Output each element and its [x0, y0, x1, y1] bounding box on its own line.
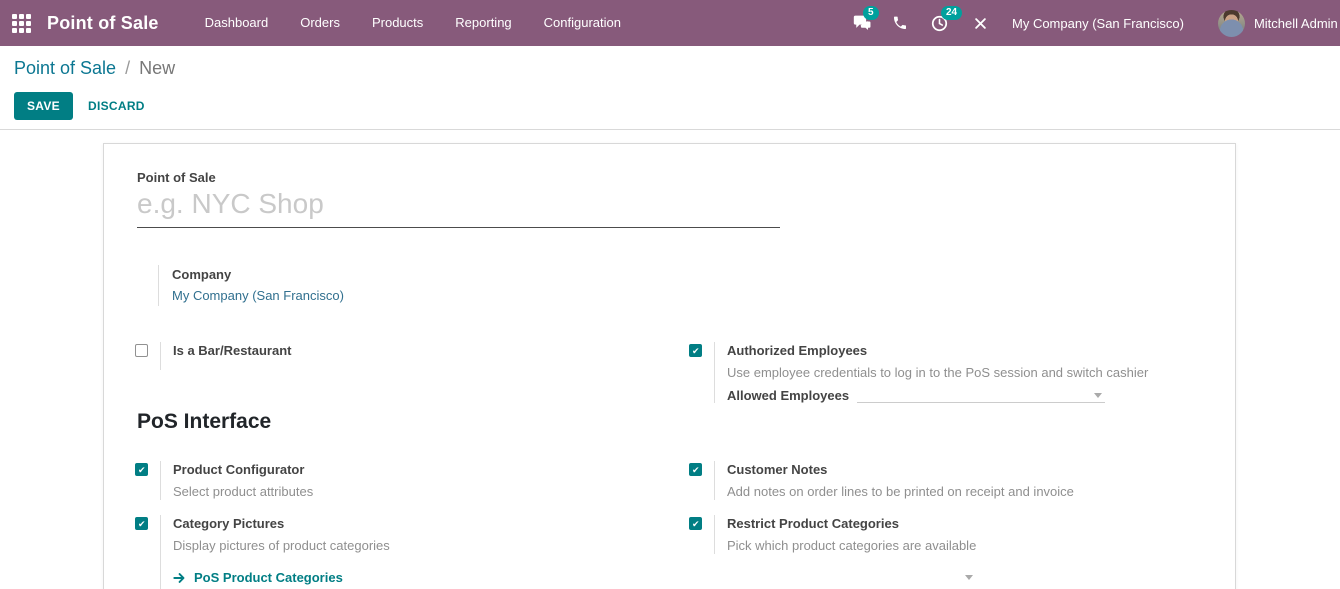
- user-menu[interactable]: Mitchell Admin: [1254, 16, 1338, 31]
- allowed-employees-label: Allowed Employees: [727, 388, 849, 403]
- company-switcher[interactable]: My Company (San Francisco): [1012, 16, 1184, 31]
- is-bar-restaurant-checkbox[interactable]: [135, 344, 148, 357]
- caret-down-icon[interactable]: [965, 575, 973, 580]
- discard-button[interactable]: DISCARD: [88, 99, 145, 113]
- setting-label: Authorized Employees: [727, 342, 1234, 360]
- menu-orders[interactable]: Orders: [284, 0, 356, 46]
- main-navbar: Point of Sale Dashboard Orders Products …: [0, 0, 1340, 46]
- pos-settings-page: Point of Sale Dashboard Orders Products …: [0, 0, 1340, 589]
- pos-name-label: Point of Sale: [137, 170, 216, 185]
- menu-products[interactable]: Products: [356, 0, 439, 46]
- section-title-pos-interface: PoS Interface: [137, 410, 271, 434]
- setting-label: Product Configurator: [173, 461, 680, 479]
- activities-badge: 24: [941, 6, 962, 20]
- setting-restrict-product-categories: Restrict Product Categories Pick which p…: [689, 515, 1234, 554]
- category-pictures-checkbox[interactable]: [135, 517, 148, 530]
- main-menu: Dashboard Orders Products Reporting Conf…: [189, 0, 637, 46]
- caret-down-icon[interactable]: [1094, 393, 1102, 398]
- messages-badge: 5: [863, 6, 879, 20]
- setting-authorized-employees: Authorized Employees Use employee creden…: [689, 342, 1234, 403]
- activities-clock-icon[interactable]: 24: [930, 14, 949, 33]
- arrow-right-icon: [173, 571, 187, 585]
- setting-label: Customer Notes: [727, 461, 1234, 479]
- setting-description: Select product attributes: [173, 483, 680, 501]
- setting-is-bar-restaurant: Is a Bar/Restaurant: [135, 342, 680, 370]
- form-action-buttons: SAVE DISCARD: [14, 92, 1340, 120]
- company-field: Company My Company (San Francisco): [158, 265, 344, 306]
- setting-description: Pick which product categories are availa…: [727, 537, 1234, 555]
- navbar-systray: 5 24 My Company (San Francisco): [852, 0, 1338, 46]
- customer-notes-checkbox[interactable]: [689, 463, 702, 476]
- phone-icon[interactable]: [892, 15, 908, 31]
- authorized-employees-checkbox[interactable]: [689, 344, 702, 357]
- company-label: Company: [172, 267, 344, 282]
- app-name[interactable]: Point of Sale: [47, 13, 159, 34]
- breadcrumb-separator: /: [121, 58, 134, 78]
- messages-icon[interactable]: 5: [852, 14, 872, 32]
- pos-name-input[interactable]: [137, 186, 780, 228]
- company-value-link[interactable]: My Company (San Francisco): [172, 288, 344, 303]
- link-label: PoS Product Categories: [194, 570, 343, 585]
- setting-description: Display pictures of product categories: [173, 537, 680, 555]
- setting-description: Add notes on order lines to be printed o…: [727, 483, 1234, 501]
- save-button[interactable]: SAVE: [14, 92, 73, 120]
- tools-icon[interactable]: [973, 16, 988, 31]
- user-avatar[interactable]: [1218, 10, 1245, 37]
- setting-product-configurator: Product Configurator Select product attr…: [135, 461, 680, 500]
- menu-dashboard[interactable]: Dashboard: [189, 0, 285, 46]
- setting-customer-notes: Customer Notes Add notes on order lines …: [689, 461, 1234, 500]
- form-sheet: Point of Sale Company My Company (San Fr…: [103, 143, 1236, 589]
- setting-label: Category Pictures: [173, 515, 680, 533]
- menu-reporting[interactable]: Reporting: [439, 0, 527, 46]
- allowed-employees-field: Allowed Employees: [727, 386, 1234, 403]
- pos-product-categories-link[interactable]: PoS Product Categories: [173, 570, 343, 585]
- breadcrumb: Point of Sale / New: [14, 56, 1340, 80]
- allowed-employees-input[interactable]: [857, 386, 1105, 403]
- setting-label: Restrict Product Categories: [727, 515, 1234, 533]
- control-panel: Point of Sale / New SAVE DISCARD: [0, 46, 1340, 130]
- setting-description: Use employee credentials to log in to th…: [727, 364, 1234, 382]
- breadcrumb-current: New: [139, 58, 175, 78]
- apps-menu-icon[interactable]: [12, 14, 31, 33]
- breadcrumb-parent-link[interactable]: Point of Sale: [14, 58, 116, 78]
- menu-configuration[interactable]: Configuration: [528, 0, 637, 46]
- restrict-product-categories-checkbox[interactable]: [689, 517, 702, 530]
- setting-label: Is a Bar/Restaurant: [173, 342, 680, 360]
- setting-category-pictures: Category Pictures Display pictures of pr…: [135, 515, 680, 589]
- product-configurator-checkbox[interactable]: [135, 463, 148, 476]
